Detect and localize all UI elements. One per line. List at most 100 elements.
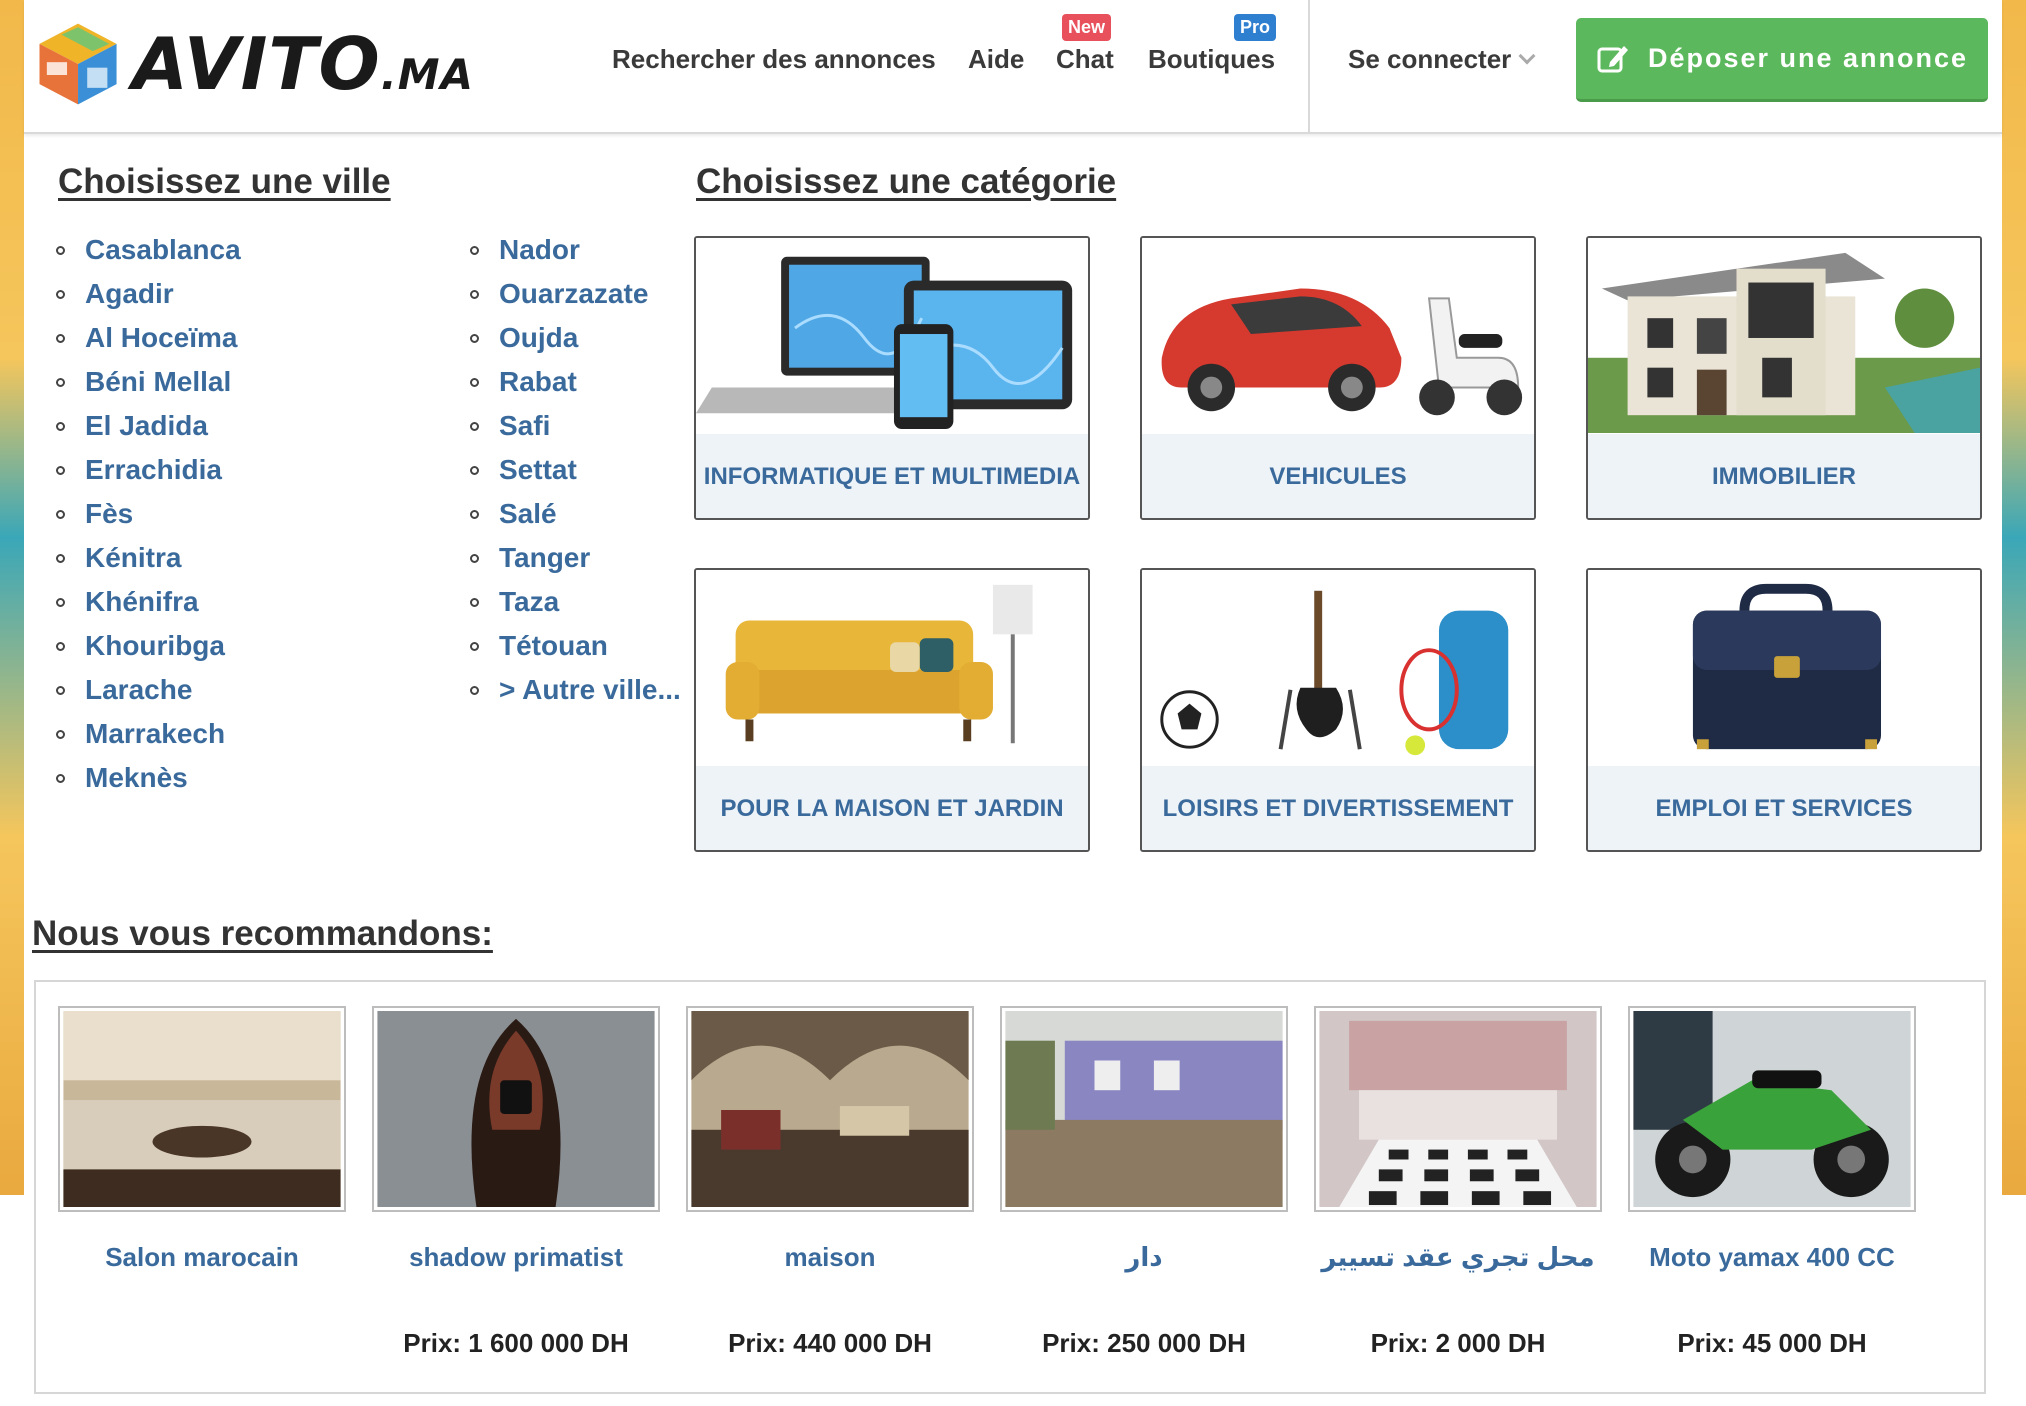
category-card-home-garden[interactable]: POUR LA MAISON ET JARDIN [694,568,1090,852]
city-list-left: Casablanca Agadir Al Hoceïma Béni Mellal El … [56,228,241,800]
category-card-leisure[interactable]: LOISIRS ET DIVERTISSEMENT [1140,568,1536,852]
car-scooter-icon [1142,238,1534,434]
bullet-icon [56,421,65,431]
login-label: Se connecter [1348,44,1512,74]
city-link[interactable]: Béni Mellal [56,360,241,404]
listing-title[interactable]: Salon marocain [58,1242,346,1276]
city-link[interactable]: Errachidia [56,448,241,492]
city-link[interactable]: Tétouan [470,624,681,668]
category-card-vehicles[interactable]: VEHICULES [1140,236,1536,520]
city-label: Ouarzazate [499,278,649,309]
listing-thumbnail[interactable] [58,1006,346,1212]
nav-help[interactable]: Aide [968,44,1024,75]
city-link[interactable]: Fès [56,492,241,536]
listing-title[interactable]: دار [1000,1242,1288,1276]
living-room-photo [63,1011,341,1207]
city-label: Fès [85,498,134,529]
listing-title[interactable]: محل تجري عقد تسيير [1314,1242,1602,1276]
briefcase-icon [1588,570,1980,766]
listing-title[interactable]: maison [686,1242,974,1276]
listing-card[interactable]: shadow primatist [372,1006,660,1276]
city-link[interactable]: Casablanca [56,228,241,272]
right-decorative-band [2002,0,2026,1195]
sports-guitar-icon [1142,570,1534,766]
listing-price: Prix: 1 600 000 DH [403,1328,629,1358]
listing-price: Prix: 2 000 DH [1370,1328,1546,1358]
city-link[interactable]: Marrakech [56,712,241,756]
city-link[interactable]: Settat [470,448,681,492]
nav-chat[interactable]: Chat [1056,44,1114,75]
city-label: Tanger [499,542,591,573]
category-label: VEHICULES [1142,434,1534,518]
city-link[interactable]: Khénifra [56,580,241,624]
category-label: POUR LA MAISON ET JARDIN [696,766,1088,850]
edit-icon [1597,45,1628,72]
city-link[interactable]: Taza [470,580,681,624]
category-card-realestate[interactable]: IMMOBILIER [1586,236,1982,520]
city-link[interactable]: Rabat [470,360,681,404]
bullet-icon [56,465,65,475]
listing-thumbnail[interactable] [1314,1006,1602,1212]
nav-shops[interactable]: Boutiques [1148,44,1275,75]
logo-cube-icon [39,23,117,105]
city-link[interactable]: Larache [56,668,241,712]
city-label: Agadir [85,278,174,309]
bullet-icon [470,289,479,299]
bullet-icon [56,597,65,607]
city-link[interactable]: Safi [470,404,681,448]
bullet-icon [470,333,479,343]
city-link[interactable]: Meknès [56,756,241,800]
bullet-icon [56,773,65,783]
listing-title[interactable]: Moto yamax 400 CC [1628,1242,1916,1276]
listing-card[interactable]: Salon marocain [58,1006,346,1276]
site-header: AVITO.MA Rechercher des annonces Aide Ne… [24,0,2002,134]
house-interior-photo [691,1011,969,1207]
listing-thumbnail[interactable] [372,1006,660,1212]
city-label: Meknès [85,762,188,793]
recommendations-heading: Nous vous recommandons: [32,914,493,953]
listing-title[interactable]: shadow primatist [372,1242,660,1276]
bullet-icon [56,641,65,651]
listing-card[interactable]: Moto yamax 400 CC [1628,1006,1916,1276]
city-link[interactable]: Tanger [470,536,681,580]
shop-photo [1319,1011,1597,1207]
nav-search-ads[interactable]: Rechercher des annonces [612,44,936,75]
city-link[interactable]: Ouarzazate [470,272,681,316]
listing-card[interactable]: دار [1000,1006,1288,1276]
city-link[interactable]: Salé [470,492,681,536]
listing-thumbnail[interactable] [1000,1006,1288,1212]
house-exterior-photo [1005,1011,1283,1207]
listing-thumbnail[interactable] [686,1006,974,1212]
city-list-right: Nador Ouarzazate Oujda Rabat Safi Settat Salé T… [470,228,681,712]
city-link[interactable]: Kénitra [56,536,241,580]
category-label: IMMOBILIER [1588,434,1980,518]
city-link[interactable]: > Autre ville... [470,668,681,712]
city-label: Taza [499,586,560,617]
category-card-jobs[interactable]: EMPLOI ET SERVICES [1586,568,1982,852]
motorcycle-photo [1633,1011,1911,1207]
bullet-icon [56,333,65,343]
listing-card[interactable]: محل تجري عقد تسيير [1314,1006,1602,1276]
listing-thumbnail[interactable] [1628,1006,1916,1212]
city-link[interactable]: Nador [470,228,681,272]
category-card-computing[interactable]: INFORMATIQUE ET MULTIMEDIA [694,236,1090,520]
laptop-tablet-phone-icon [696,238,1088,434]
bullet-icon [470,421,479,431]
login-dropdown[interactable]: Se connecter [1348,44,1536,75]
city-label: Casablanca [85,234,241,265]
city-label: Kénitra [85,542,182,573]
city-link[interactable]: Agadir [56,272,241,316]
post-ad-button[interactable]: Déposer une annonce [1576,18,1988,102]
listing-card[interactable]: maison [686,1006,974,1276]
city-link[interactable]: Khouribga [56,624,241,668]
site-logo[interactable]: AVITO.MA [34,14,474,114]
city-link[interactable]: El Jadida [56,404,241,448]
bullet-icon [470,597,479,607]
bullet-icon [470,465,479,475]
city-link[interactable]: Al Hoceïma [56,316,241,360]
city-link[interactable]: Oujda [470,316,681,360]
city-label: Marrakech [85,718,226,749]
boat-photo [377,1011,655,1207]
city-label: El Jadida [85,410,208,441]
category-heading: Choisissez une catégorie [696,162,1117,201]
